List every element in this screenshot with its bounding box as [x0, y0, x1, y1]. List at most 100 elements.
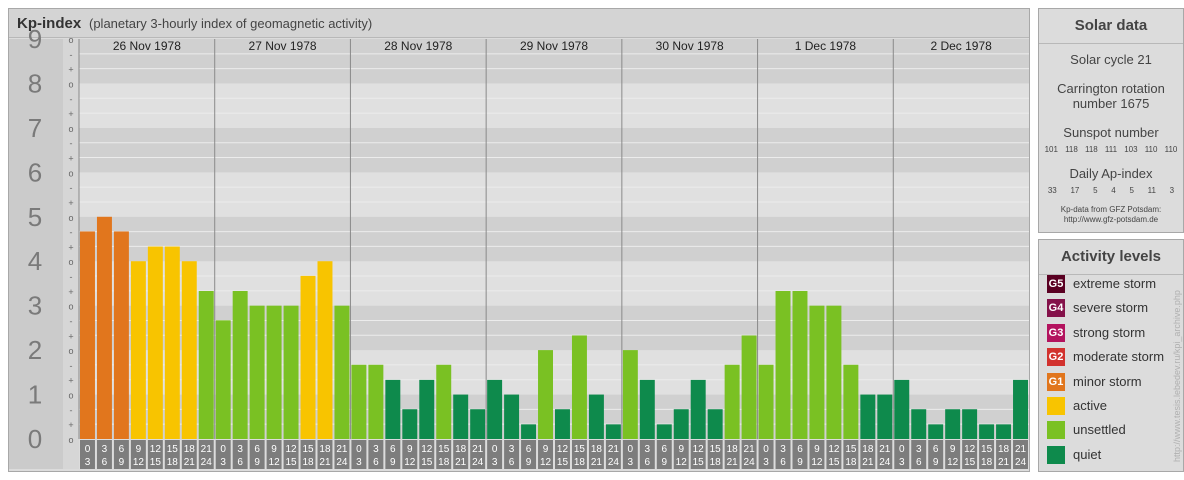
kp-bar — [690, 379, 706, 439]
hour-start-label: 21 — [201, 444, 213, 455]
hour-end-label: 24 — [744, 457, 756, 468]
kp-band — [9, 83, 1029, 128]
y-minor-label: o — [68, 168, 73, 178]
kp-bar — [758, 364, 774, 439]
hour-end-label: 9 — [661, 457, 667, 468]
ap-value: 3 — [1169, 186, 1175, 195]
y-minor-label: + — [68, 420, 73, 430]
hour-end-label: 9 — [119, 457, 125, 468]
y-tick-label: 9 — [28, 24, 42, 54]
hour-end-label: 6 — [645, 457, 651, 468]
hour-end-label: 24 — [608, 457, 620, 468]
hour-end-label: 12 — [540, 457, 552, 468]
hour-start-label: 9 — [678, 444, 684, 455]
legend-item: unsettled — [1047, 420, 1181, 440]
kp-bar — [724, 364, 740, 439]
kp-bar — [996, 424, 1012, 439]
kp-bar — [283, 305, 299, 439]
kp-bar — [402, 409, 418, 439]
kp-bar — [80, 231, 95, 439]
sunspot-value: 101 — [1044, 145, 1058, 154]
hour-start-label: 18 — [862, 444, 874, 455]
hour-end-label: 12 — [811, 457, 823, 468]
kp-bar — [334, 305, 350, 439]
hour-start-label: 12 — [964, 444, 976, 455]
kp-bar — [639, 379, 655, 439]
hour-start-label: 12 — [693, 444, 705, 455]
day-label: 28 Nov 1978 — [384, 39, 452, 53]
hour-end-label: 12 — [404, 457, 416, 468]
hour-start-label: 0 — [628, 444, 634, 455]
hour-end-label: 6 — [237, 457, 243, 468]
source-watermark: http://www.tesis.lebedev.ru/kpi_archive.… — [1172, 290, 1182, 462]
hour-start-label: 15 — [167, 444, 179, 455]
kp-bar — [453, 394, 469, 439]
hour-end-label: 3 — [356, 457, 362, 468]
hour-start-label: 6 — [119, 444, 125, 455]
hour-end-label: 18 — [167, 457, 179, 468]
legend-label: strong storm — [1073, 324, 1146, 340]
kp-bar — [419, 379, 435, 439]
hour-start-label: 18 — [727, 444, 739, 455]
hour-start-label: 6 — [390, 444, 396, 455]
kp-band — [9, 172, 1029, 217]
legend-label: minor storm — [1073, 373, 1142, 389]
hour-end-label: 12 — [947, 457, 959, 468]
kp-bar — [130, 261, 146, 439]
y-minor-label: - — [70, 316, 73, 326]
ap-value: 4 — [1111, 186, 1116, 195]
day-label: 29 Nov 1978 — [520, 39, 588, 53]
hour-start-label: 0 — [85, 444, 91, 455]
hour-start-label: 21 — [879, 444, 891, 455]
y-minor-label: - — [70, 50, 73, 60]
legend-item: G1 minor storm — [1047, 372, 1181, 392]
hour-end-label: 24 — [879, 457, 891, 468]
kp-bar — [945, 409, 961, 439]
hour-start-label: 3 — [645, 444, 651, 455]
kp-bar — [741, 335, 757, 439]
y-minor-label: o — [68, 346, 73, 356]
kp-bar-chart: 0123456789o+-o+-o+-o+-o+-o+-o+-o+-o+-o 26… — [9, 24, 1029, 469]
legend-swatch: G2 — [1047, 348, 1065, 367]
y-minor-label: + — [68, 154, 73, 164]
hour-end-label: 18 — [710, 457, 722, 468]
legend-swatch — [1047, 445, 1065, 464]
hour-start-label: 9 — [950, 444, 956, 455]
legend-label: moderate storm — [1073, 349, 1165, 365]
kp-bar — [147, 246, 163, 439]
hour-start-label: 6 — [661, 444, 667, 455]
kp-bar — [826, 305, 842, 439]
legend-swatch: G3 — [1047, 323, 1065, 342]
ap-values: 33 17 5 4 5 11 3 — [1039, 186, 1183, 195]
hour-start-label: 15 — [302, 444, 314, 455]
hour-end-label: 9 — [797, 457, 803, 468]
hour-end-label: 24 — [472, 457, 484, 468]
hour-end-label: 9 — [526, 457, 532, 468]
hour-end-label: 9 — [390, 457, 396, 468]
hour-end-label: 15 — [150, 457, 162, 468]
hour-start-label: 3 — [916, 444, 922, 455]
y-minor-label: + — [68, 376, 73, 386]
hour-start-label: 0 — [492, 444, 498, 455]
y-tick-label: 1 — [28, 380, 42, 410]
hour-end-label: 6 — [916, 457, 922, 468]
hour-end-label: 18 — [302, 457, 314, 468]
hour-start-label: 3 — [780, 444, 786, 455]
kp-bar — [673, 409, 689, 439]
hour-start-label: 12 — [285, 444, 297, 455]
kp-index-panel: Kp-index (planetary 3-hourly index of ge… — [8, 8, 1030, 472]
kp-bar — [605, 424, 621, 439]
credit-link[interactable]: http://www.gfz-potsdam.de — [1039, 215, 1183, 225]
ap-value: 5 — [1093, 186, 1098, 195]
day-label: 27 Nov 1978 — [249, 39, 317, 53]
y-tick-label: 3 — [28, 291, 42, 321]
hour-start-label: 18 — [591, 444, 603, 455]
hour-end-label: 3 — [763, 457, 769, 468]
hour-end-label: 3 — [85, 457, 91, 468]
kp-bar — [622, 350, 638, 439]
legend-item: G5 extreme storm — [1047, 274, 1181, 294]
hour-start-label: 9 — [407, 444, 413, 455]
kp-bar — [368, 364, 384, 439]
kp-bar — [521, 424, 537, 439]
kp-bar — [249, 305, 265, 439]
